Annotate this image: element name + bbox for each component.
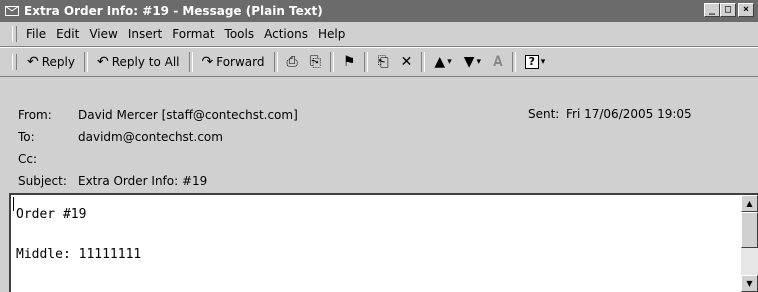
print-button[interactable]: ⎙	[281, 51, 304, 73]
help-button[interactable]: ? ▾	[519, 51, 552, 73]
next-item-button[interactable]: ▼ ▾	[458, 51, 487, 73]
menu-edit[interactable]: Edit	[51, 27, 84, 41]
reply-all-button[interactable]: ↶ Reply to All	[91, 51, 186, 73]
sent-value: Fri 17/06/2005 19:05	[566, 107, 692, 121]
help-icon: ?	[524, 55, 539, 69]
standard-toolbar: ↶ Reply ↶ Reply to All ↷ Forward ⎙ ⎘ ⚑ ⎗…	[0, 47, 758, 77]
scroll-thumb[interactable]	[741, 212, 758, 248]
toolbar-separator	[188, 52, 193, 72]
window-title: Extra Order Info: #19 - Message (Plain T…	[24, 4, 323, 18]
flag-icon: ⚑	[342, 54, 356, 70]
copy-button[interactable]: ⎘	[304, 51, 327, 73]
minimize-button[interactable]: _	[704, 3, 720, 17]
reply-label: Reply	[41, 55, 75, 69]
font-size-icon: 𝐀	[493, 54, 503, 70]
printer-icon: ⎙	[286, 54, 298, 70]
vertical-scrollbar[interactable]: ▲ ▼	[741, 195, 758, 292]
message-window: Extra Order Info: #19 - Message (Plain T…	[0, 0, 758, 292]
toolbar-separator	[329, 52, 334, 72]
from-value[interactable]: David Mercer [staff@contechst.com]	[78, 108, 298, 122]
reply-icon: ↶	[27, 54, 39, 70]
scroll-up-button[interactable]: ▲	[741, 195, 758, 212]
down-arrow-icon: ▼	[463, 54, 475, 70]
window-controls: _ □ ×	[704, 3, 754, 17]
menu-grip[interactable]	[12, 26, 17, 42]
close-button[interactable]: ×	[738, 3, 754, 17]
to-value[interactable]: davidm@contechst.com	[78, 130, 223, 144]
from-label: From:	[18, 108, 52, 122]
menu-view[interactable]: View	[84, 27, 122, 41]
title-bar[interactable]: Extra Order Info: #19 - Message (Plain T…	[0, 0, 758, 22]
toolbar-separator	[83, 52, 88, 72]
menu-insert[interactable]: Insert	[123, 27, 167, 41]
menu-actions[interactable]: Actions	[259, 27, 313, 41]
delete-button[interactable]: ✕	[395, 51, 419, 73]
toolbar-separator	[273, 52, 278, 72]
toolbar-grip[interactable]	[12, 54, 17, 70]
cc-label: Cc:	[18, 152, 38, 166]
copy-icon: ⎘	[309, 54, 321, 70]
forward-button[interactable]: ↷ Forward	[196, 51, 271, 73]
menu-file[interactable]: File	[21, 27, 51, 41]
forward-label: Forward	[216, 55, 265, 69]
body-blank-line	[16, 225, 141, 245]
follow-up-flag-button[interactable]: ⚑	[337, 51, 362, 73]
toolbar-separator	[364, 52, 369, 72]
sent-label: Sent:	[528, 107, 560, 121]
message-body[interactable]: Order #19 Middle: 11111111 ▲ ▼	[9, 193, 758, 292]
move-to-folder-icon: ⎗	[377, 54, 389, 70]
move-to-folder-button[interactable]: ⎗	[371, 51, 394, 73]
previous-item-button[interactable]: ▲ ▾	[428, 51, 457, 73]
toolbar-separator	[511, 52, 516, 72]
reply-all-icon: ↶	[96, 54, 109, 70]
chevron-down-icon: ▾	[447, 57, 452, 67]
body-line: Order #19	[16, 207, 87, 222]
menu-bar: File Edit View Insert Format Tools Actio…	[0, 22, 758, 47]
up-arrow-icon: ▲	[434, 54, 446, 70]
message-body-text: Order #19 Middle: 11111111	[16, 205, 141, 265]
text-caret	[13, 197, 14, 211]
menu-tools[interactable]: Tools	[220, 27, 260, 41]
font-size-button[interactable]: 𝐀	[487, 51, 509, 73]
reply-button[interactable]: ↶ Reply	[21, 51, 81, 73]
subject-label: Subject:	[18, 174, 67, 188]
subject-value: Extra Order Info: #19	[78, 174, 208, 188]
delete-x-icon: ✕	[400, 54, 413, 70]
menu-help[interactable]: Help	[313, 27, 350, 41]
scroll-down-button[interactable]: ▼	[741, 275, 758, 292]
message-headers: From: David Mercer [staff@contechst.com]…	[0, 76, 758, 192]
forward-icon: ↷	[201, 54, 214, 70]
chevron-down-icon: ▾	[476, 57, 482, 67]
reply-all-label: Reply to All	[111, 55, 180, 69]
menu-format[interactable]: Format	[167, 27, 219, 41]
envelope-icon	[5, 6, 19, 16]
chevron-down-icon: ▾	[540, 57, 546, 67]
to-label: To:	[18, 130, 35, 144]
maximize-button[interactable]: □	[720, 3, 736, 17]
toolbar-separator	[421, 52, 426, 72]
body-line: Middle: 11111111	[16, 247, 142, 262]
